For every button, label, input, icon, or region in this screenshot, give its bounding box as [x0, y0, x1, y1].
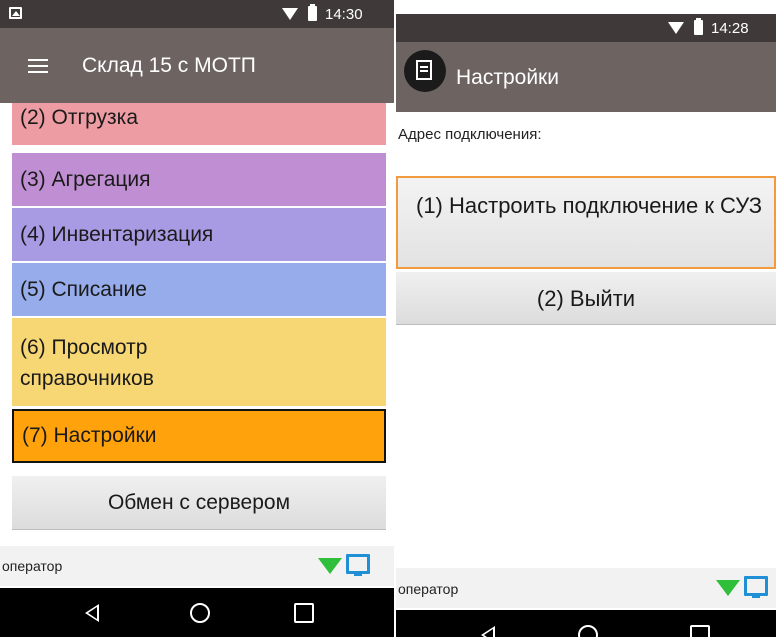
status-bar: 14:28 [396, 14, 776, 42]
menu-item-label: (2) Отгрузка [20, 106, 139, 129]
exit-label: (2) Выйти [536, 286, 636, 311]
battery-icon [308, 4, 317, 21]
menu-item-label: (5) Списание [20, 278, 147, 301]
menu-item-label: (4) Инвентаризация [20, 223, 214, 246]
exchange-with-server-button[interactable]: Обмен с сервером [12, 476, 386, 530]
home-icon[interactable] [578, 625, 598, 637]
wifi-connected-icon [716, 580, 740, 596]
menu-item-settings[interactable]: (7) Настройки [12, 409, 386, 463]
monitor-icon [346, 554, 370, 576]
right-phone-screen: 14:28 Настройки Адрес подключения: (1) Н… [396, 0, 776, 637]
menu-item-label: (6) Просмотр справочников [20, 336, 154, 390]
configure-connection-label: (1) Настроить подключение к СУЗ [416, 193, 762, 218]
operator-label: оператор [2, 558, 63, 574]
connection-address-label: Адрес подключения: [398, 126, 542, 143]
app-title: Склад 15 с МОТП [82, 54, 256, 77]
menu-item-aggregation[interactable]: (3) Агрегация [12, 153, 386, 206]
menu-item-label: (7) Настройки [22, 424, 157, 447]
recent-apps-icon[interactable] [294, 603, 314, 623]
status-time: 14:28 [711, 20, 749, 37]
back-icon[interactable] [85, 604, 99, 622]
menu-item-directories[interactable]: (6) Просмотр справочников [12, 318, 386, 406]
status-time: 14:30 [325, 6, 363, 23]
back-icon[interactable] [481, 626, 495, 637]
configure-connection-button[interactable]: (1) Настроить подключение к СУЗ [396, 176, 776, 269]
navigation-bar [396, 610, 776, 637]
menu-item-shipment[interactable]: (2) Отгрузка [12, 103, 386, 145]
battery-icon [694, 18, 703, 35]
status-footer: оператор [0, 546, 394, 586]
operator-label: оператор [398, 581, 459, 597]
image-notification-icon [9, 7, 22, 19]
wifi-connected-icon [318, 558, 342, 574]
exit-button[interactable]: (2) Выйти [396, 272, 776, 325]
menu-item-write-off[interactable]: (5) Списание [12, 263, 386, 316]
left-phone-screen: 14:30 Склад 15 с МОТП (2) Отгрузка (3) А… [0, 0, 394, 637]
recent-apps-icon[interactable] [690, 625, 710, 637]
exchange-with-server-label: Обмен с сервером [107, 491, 291, 514]
settings-app-icon [404, 50, 446, 92]
app-bar: Склад 15 с МОТП [0, 28, 394, 103]
app-title: Настройки [456, 66, 559, 89]
app-bar: Настройки [396, 42, 776, 112]
navigation-bar [0, 588, 394, 637]
hamburger-menu-icon[interactable] [28, 59, 48, 73]
menu-item-label: (3) Агрегация [20, 168, 151, 191]
wifi-signal-icon [282, 8, 298, 20]
status-footer: оператор [396, 568, 776, 608]
wifi-signal-icon [668, 22, 684, 34]
monitor-icon [744, 576, 768, 598]
status-bar: 14:30 [0, 0, 394, 28]
menu-item-inventory[interactable]: (4) Инвентаризация [12, 208, 386, 261]
home-icon[interactable] [190, 603, 210, 623]
